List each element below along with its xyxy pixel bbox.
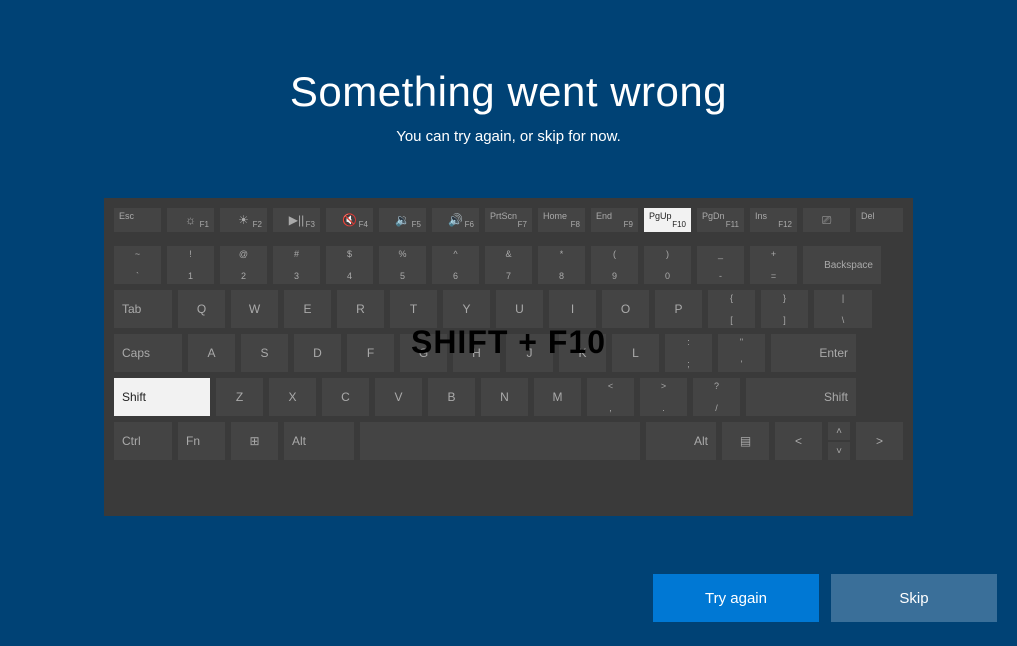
key-alt: Alt	[284, 422, 354, 460]
key-del: Del	[856, 208, 903, 232]
key-j: J	[506, 334, 553, 372]
key-2: @2	[220, 246, 267, 284]
key-: F2☀	[220, 208, 267, 232]
key-: {[	[708, 290, 755, 328]
key-x: X	[269, 378, 316, 416]
key-b: B	[428, 378, 475, 416]
key-u: U	[496, 290, 543, 328]
key-4: $4	[326, 246, 373, 284]
key-s: S	[241, 334, 288, 372]
key-: ⊞	[231, 422, 278, 460]
keyboard-illustration: EscF1☼F2☀F3▶||F4🔇F5🔉F6🔊PrtScnF7HomeF8End…	[104, 198, 913, 516]
key-caps: Caps	[114, 334, 182, 372]
key-k: K	[559, 334, 606, 372]
key-: |\	[814, 290, 872, 328]
key-d: D	[294, 334, 341, 372]
key-9: (9	[591, 246, 638, 284]
key-: >	[856, 422, 903, 460]
key-pgdn: PgDnF11	[697, 208, 744, 232]
try-again-button[interactable]: Try again	[653, 574, 819, 622]
arrow-up-down-stack: ˄˅	[828, 422, 850, 460]
key-8: *8	[538, 246, 585, 284]
key-: ~`	[114, 246, 161, 284]
key-p: P	[655, 290, 702, 328]
key-v: V	[375, 378, 422, 416]
key-z: Z	[216, 378, 263, 416]
key-prtscn: PrtScnF7	[485, 208, 532, 232]
key-: "'	[718, 334, 765, 372]
key-up-arrow: ˄	[828, 422, 850, 440]
key-7: &7	[485, 246, 532, 284]
key-: F6🔊	[432, 208, 479, 232]
key-n: N	[481, 378, 528, 416]
key-ins: InsF12	[750, 208, 797, 232]
key-: ▤	[722, 422, 769, 460]
key-: <	[775, 422, 822, 460]
error-header: Something went wrong You can try again, …	[0, 0, 1017, 145]
key-y: Y	[443, 290, 490, 328]
key-: F1☼	[167, 208, 214, 232]
key-ctrl: Ctrl	[114, 422, 172, 460]
key-alt: Alt	[646, 422, 716, 460]
key-: ⎚	[803, 208, 850, 232]
page-title: Something went wrong	[0, 68, 1017, 116]
key-pgup: PgUpF10	[644, 208, 691, 232]
key-: :;	[665, 334, 712, 372]
key-: ?/	[693, 378, 740, 416]
key-1: !1	[167, 246, 214, 284]
key-q: Q	[178, 290, 225, 328]
key-o: O	[602, 290, 649, 328]
button-bar: Try again Skip	[653, 574, 997, 622]
key-: }]	[761, 290, 808, 328]
key-a: A	[188, 334, 235, 372]
key-h: H	[453, 334, 500, 372]
key-5: %5	[379, 246, 426, 284]
key-t: T	[390, 290, 437, 328]
key-w: W	[231, 290, 278, 328]
key-c: C	[322, 378, 369, 416]
key-i: I	[549, 290, 596, 328]
key-3: #3	[273, 246, 320, 284]
key-l: L	[612, 334, 659, 372]
key-tab: Tab	[114, 290, 172, 328]
key-home: HomeF8	[538, 208, 585, 232]
key-6: ^6	[432, 246, 479, 284]
key-0: )0	[644, 246, 691, 284]
key-fn: Fn	[178, 422, 225, 460]
key-: _-	[697, 246, 744, 284]
key-: >.	[640, 378, 687, 416]
key-: <,	[587, 378, 634, 416]
key-r: R	[337, 290, 384, 328]
key-down-arrow: ˅	[828, 442, 850, 460]
page-subtitle: You can try again, or skip for now.	[0, 128, 1017, 145]
key-g: G	[400, 334, 447, 372]
key-: +=	[750, 246, 797, 284]
key-: F4🔇	[326, 208, 373, 232]
key-enter: Enter	[771, 334, 856, 372]
key-backspace: Backspace	[803, 246, 881, 284]
key-: F5🔉	[379, 208, 426, 232]
key-f: F	[347, 334, 394, 372]
key-m: M	[534, 378, 581, 416]
key-: F3▶||	[273, 208, 320, 232]
key-end: EndF9	[591, 208, 638, 232]
key-esc: Esc	[114, 208, 161, 232]
key-e: E	[284, 290, 331, 328]
skip-button[interactable]: Skip	[831, 574, 997, 622]
key-shift: Shift	[746, 378, 856, 416]
key-shift: Shift	[114, 378, 210, 416]
key-blank	[360, 422, 640, 460]
